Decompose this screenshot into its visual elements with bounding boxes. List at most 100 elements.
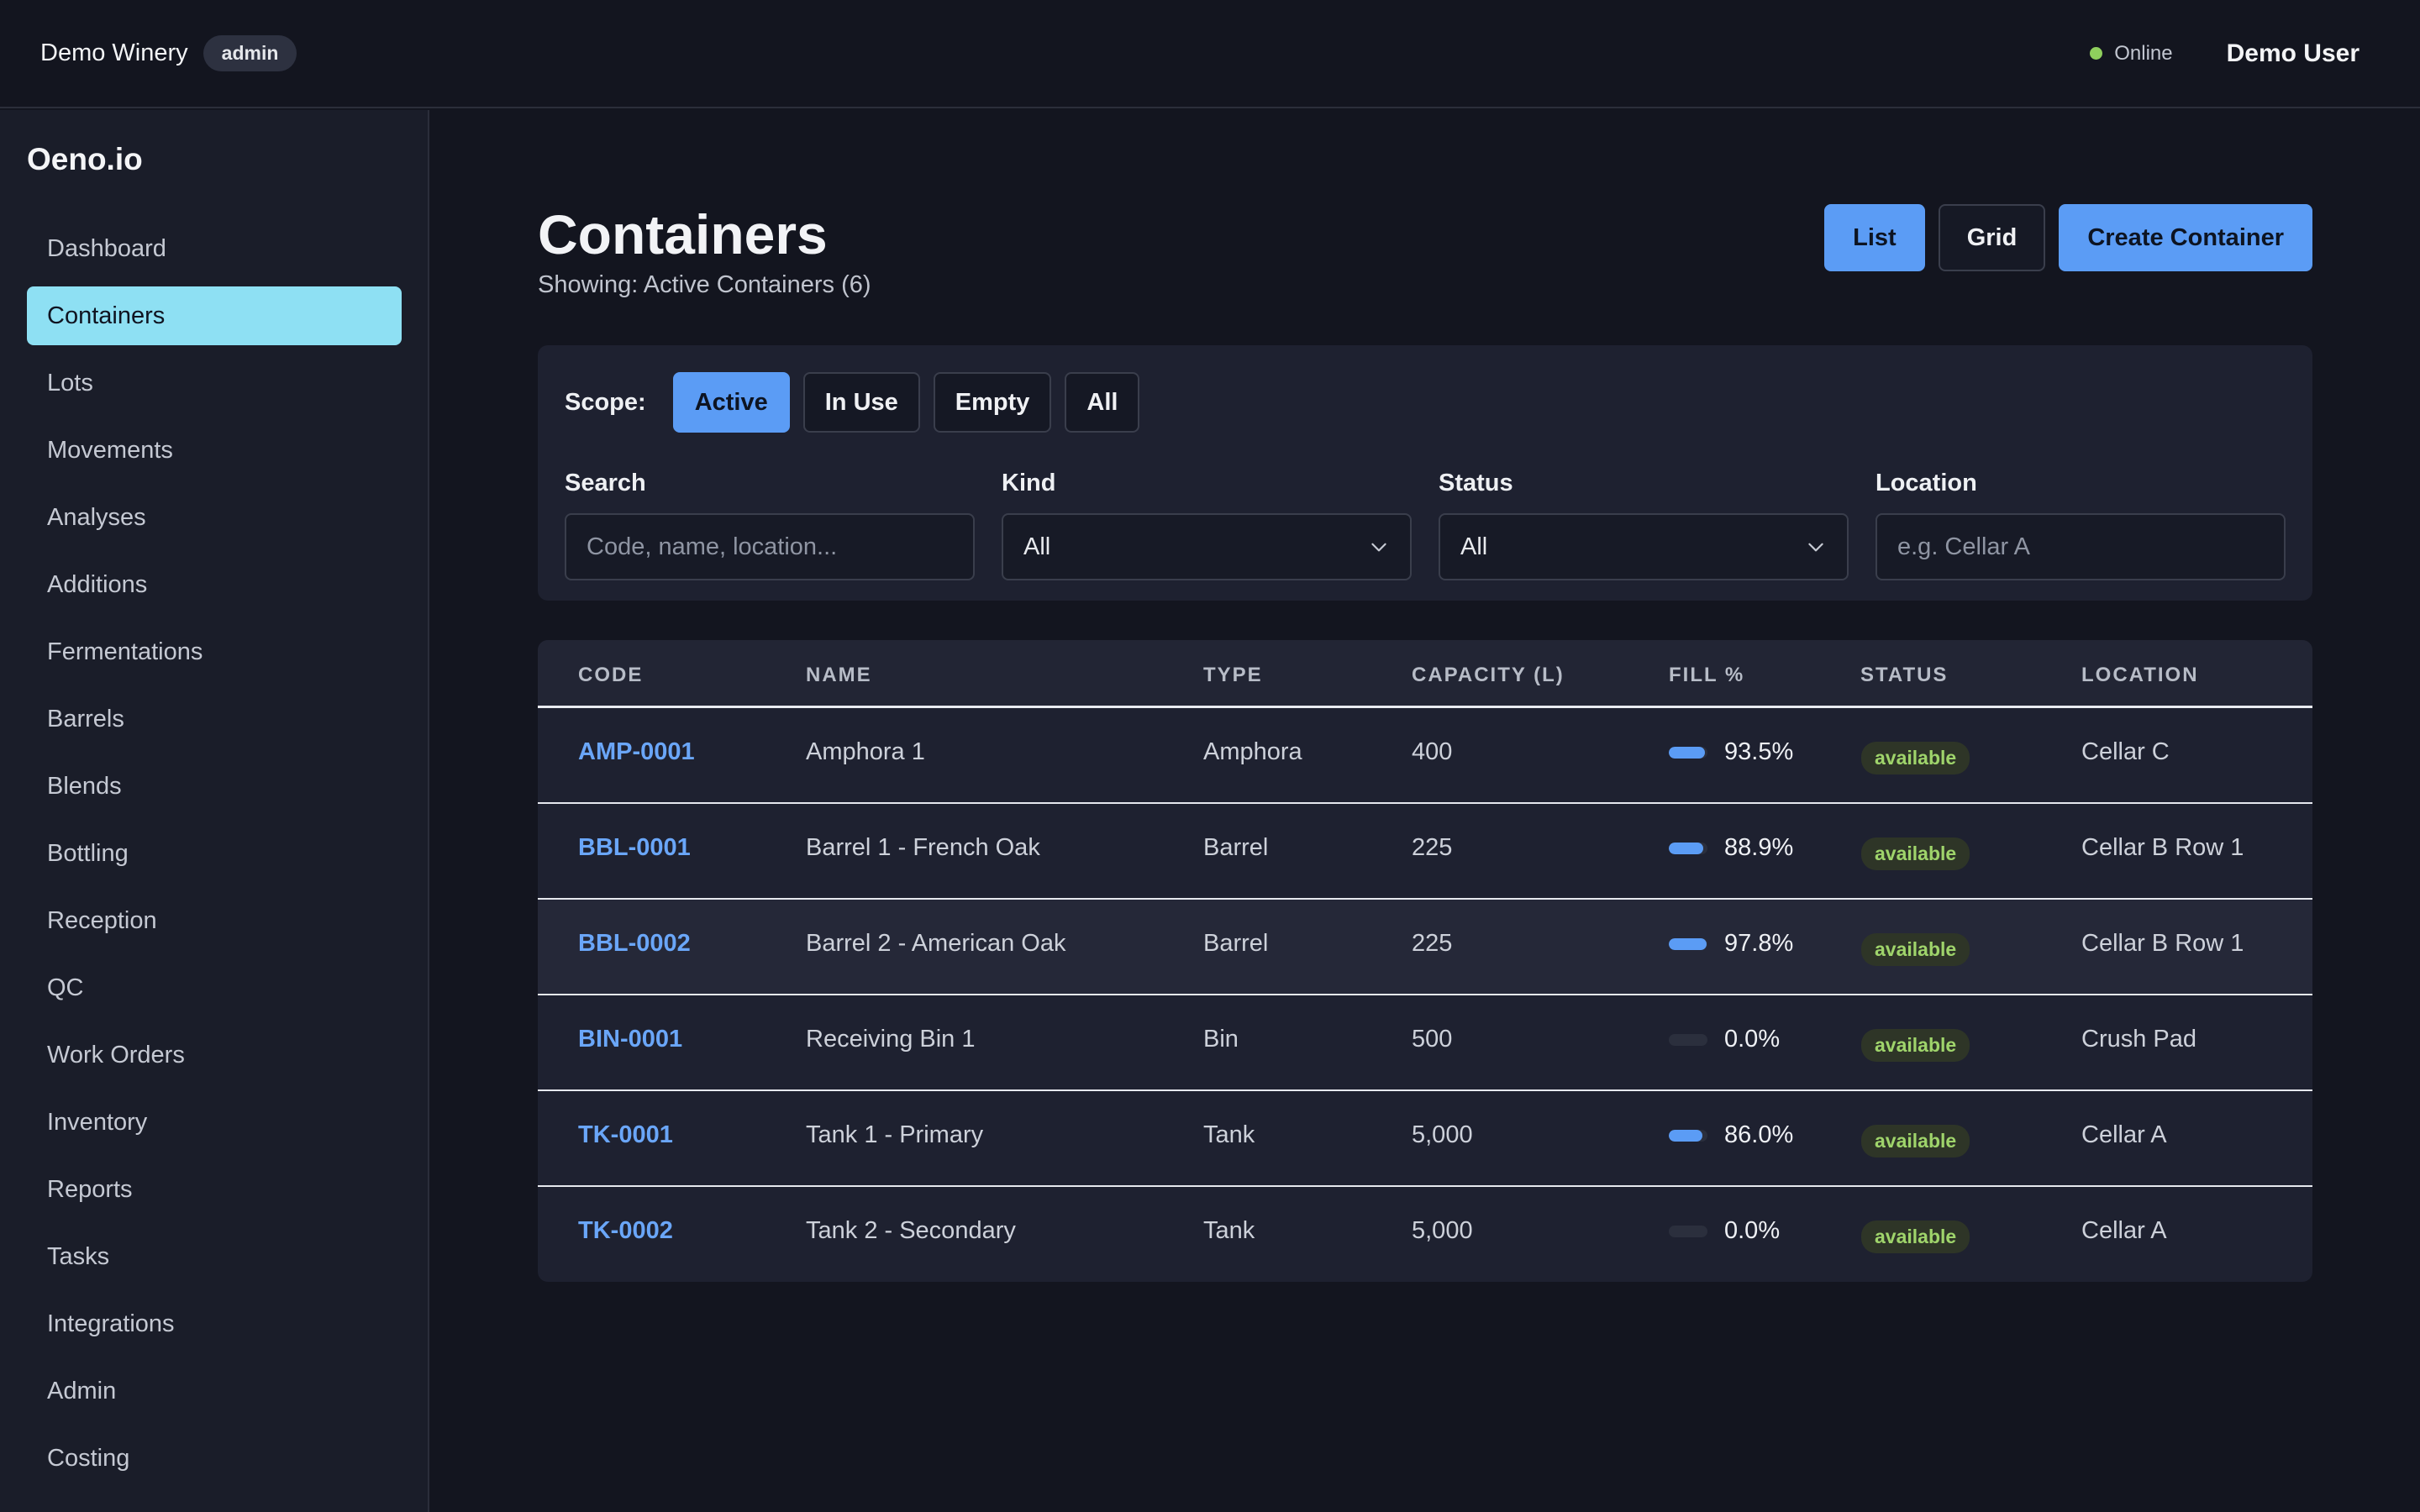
- connection-status: Online: [2090, 41, 2173, 66]
- fill-percent: 0.0%: [1724, 1026, 1781, 1053]
- sidebar-item-reception[interactable]: Reception: [27, 891, 402, 950]
- kind-select[interactable]: All: [1002, 513, 1412, 580]
- cell-code[interactable]: BIN-0001: [578, 1026, 682, 1053]
- table-row[interactable]: BBL-0001 Barrel 1 - French Oak Barrel 225 Ce…: [538, 804, 2312, 900]
- sidebar-item-movements[interactable]: Movements: [27, 421, 402, 480]
- cell-capacity: 5,000: [1412, 1217, 1473, 1244]
- list-view-button[interactable]: List: [1824, 204, 1925, 271]
- column-header-location[interactable]: LOCATION: [2081, 664, 2199, 687]
- org-name[interactable]: Demo Winery: [40, 39, 188, 67]
- scope-in-use-button[interactable]: In Use: [802, 372, 920, 433]
- cell-fill: 88.9%: [1669, 834, 1793, 862]
- sidebar-item-lots[interactable]: Lots: [27, 354, 402, 412]
- cell-type: Tank: [1203, 1121, 1255, 1148]
- role-badge: admin: [203, 35, 297, 71]
- search-input[interactable]: Code, name, location...: [565, 513, 975, 580]
- sidebar-item-integrations[interactable]: Integrations: [27, 1294, 402, 1353]
- status-badge: available: [1861, 1125, 1970, 1158]
- cell-location: Cellar B Row 1: [2081, 930, 2244, 957]
- column-header-code[interactable]: CODE: [578, 664, 643, 687]
- sidebar-nav: Dashboard Containers Lots Movements Anal…: [27, 219, 402, 1496]
- column-header-capacity[interactable]: CAPACITY (L): [1412, 664, 1565, 687]
- fill-progress-fill: [1669, 1129, 1702, 1142]
- cell-capacity: 225: [1412, 834, 1453, 861]
- sidebar-item-fermentations[interactable]: Fermentations: [27, 622, 402, 681]
- scope-all-button[interactable]: All: [1065, 372, 1140, 433]
- table-row[interactable]: BBL-0002 Barrel 2 - American Oak Barrel 225…: [538, 900, 2312, 995]
- table-row[interactable]: BIN-0001 Receiving Bin 1 Bin 500 Crush Pad 0.…: [538, 995, 2312, 1091]
- cell-location: Cellar B Row 1: [2081, 834, 2244, 861]
- fill-progress-bar: [1669, 937, 1707, 950]
- column-header-type[interactable]: TYPE: [1203, 664, 1263, 687]
- location-input[interactable]: e.g. Cellar A: [1876, 513, 2286, 580]
- cell-location: Cellar A: [2081, 1121, 2167, 1148]
- fill-percent: 86.0%: [1724, 1121, 1794, 1148]
- status-field: Status All: [1439, 470, 1849, 580]
- sidebar-item-work-orders[interactable]: Work Orders: [27, 1026, 402, 1084]
- cell-fill: 93.5%: [1669, 738, 1793, 766]
- cell-code[interactable]: BBL-0002: [578, 930, 691, 958]
- cell-code[interactable]: TK-0001: [578, 1121, 673, 1149]
- cell-fill: 86.0%: [1669, 1121, 1793, 1149]
- status-badge: available: [1861, 1029, 1970, 1062]
- scope-active-button[interactable]: Active: [672, 372, 790, 433]
- sidebar-item-bottling[interactable]: Bottling: [27, 824, 402, 883]
- scope-empty-button[interactable]: Empty: [933, 372, 1052, 433]
- grid-view-button[interactable]: Grid: [1938, 204, 2046, 271]
- sidebar-item-barrels[interactable]: Barrels: [27, 690, 402, 748]
- status-select-value: All: [1460, 533, 1488, 560]
- create-container-button[interactable]: Create Container: [2059, 204, 2312, 271]
- column-header-name[interactable]: NAME: [806, 664, 872, 687]
- fill-progress-fill: [1669, 937, 1707, 950]
- page-header: Containers Showing: Active Containers (6…: [538, 202, 2312, 303]
- fill-progress-bar: [1669, 746, 1707, 759]
- sidebar-item-additions[interactable]: Additions: [27, 555, 402, 614]
- top-right: Online Demo User: [2090, 39, 2360, 68]
- cell-name: Amphora 1: [806, 738, 925, 765]
- connection-status-label: Online: [2114, 41, 2173, 65]
- app-logo[interactable]: Oeno.io: [27, 142, 143, 177]
- cell-type: Amphora: [1203, 738, 1302, 765]
- page-subtitle: Showing: Active Containers (6): [538, 271, 871, 298]
- chevron-down-icon: [1371, 543, 1386, 552]
- status-select[interactable]: All: [1439, 513, 1849, 580]
- column-header-status[interactable]: STATUS: [1860, 664, 1948, 687]
- cell-code[interactable]: BBL-0001: [578, 834, 691, 862]
- fill-percent: 93.5%: [1724, 738, 1794, 765]
- cell-name: Barrel 2 - American Oak: [806, 930, 1066, 957]
- chevron-down-icon: [1808, 543, 1823, 552]
- sidebar-item-dashboard[interactable]: Dashboard: [27, 219, 402, 278]
- containers-table: CODE NAME TYPE CAPACITY (L) FILL % STATU…: [538, 640, 2312, 1282]
- sidebar-item-reports[interactable]: Reports: [27, 1160, 402, 1219]
- sidebar-item-qc[interactable]: QC: [27, 958, 402, 1017]
- cell-capacity: 500: [1412, 1026, 1453, 1053]
- sidebar-item-tasks[interactable]: Tasks: [27, 1227, 402, 1286]
- sidebar-item-containers[interactable]: Containers: [27, 286, 402, 345]
- sidebar-item-inventory[interactable]: Inventory: [27, 1093, 402, 1152]
- location-field: Location e.g. Cellar A: [1876, 470, 2286, 580]
- cell-type: Barrel: [1203, 930, 1269, 957]
- sidebar-item-blends[interactable]: Blends: [27, 757, 402, 816]
- cell-code[interactable]: TK-0002: [578, 1217, 673, 1245]
- sidebar-item-admin[interactable]: Admin: [27, 1362, 402, 1420]
- fill-progress-fill: [1669, 746, 1705, 759]
- cell-capacity: 400: [1412, 738, 1453, 765]
- sidebar: Oeno.io Dashboard Containers Lots Moveme…: [0, 110, 429, 1512]
- table-row[interactable]: TK-0001 Tank 1 - Primary Tank 5,000 Cellar A…: [538, 1091, 2312, 1187]
- cell-location: Cellar A: [2081, 1217, 2167, 1244]
- user-menu[interactable]: Demo User: [2227, 39, 2360, 68]
- table-row[interactable]: AMP-0001 Amphora 1 Amphora 400 Cellar C 93.5%…: [538, 708, 2312, 804]
- sidebar-item-analyses[interactable]: Analyses: [27, 488, 402, 547]
- filter-panel: Scope: Active In Use Empty All Search Co…: [538, 345, 2312, 601]
- cell-code[interactable]: AMP-0001: [578, 738, 695, 766]
- cell-type: Bin: [1203, 1026, 1239, 1053]
- status-badge: available: [1861, 837, 1970, 870]
- table-body: AMP-0001 Amphora 1 Amphora 400 Cellar C 93.5%…: [538, 708, 2312, 1282]
- table-row[interactable]: TK-0002 Tank 2 - Secondary Tank 5,000 Cellar…: [538, 1187, 2312, 1282]
- search-label: Search: [565, 470, 646, 496]
- fill-percent: 0.0%: [1724, 1217, 1781, 1244]
- cell-fill: 0.0%: [1669, 1217, 1780, 1245]
- sidebar-item-costing[interactable]: Costing: [27, 1429, 402, 1488]
- column-header-fill[interactable]: FILL %: [1669, 664, 1744, 687]
- cell-name: Receiving Bin 1: [806, 1026, 976, 1053]
